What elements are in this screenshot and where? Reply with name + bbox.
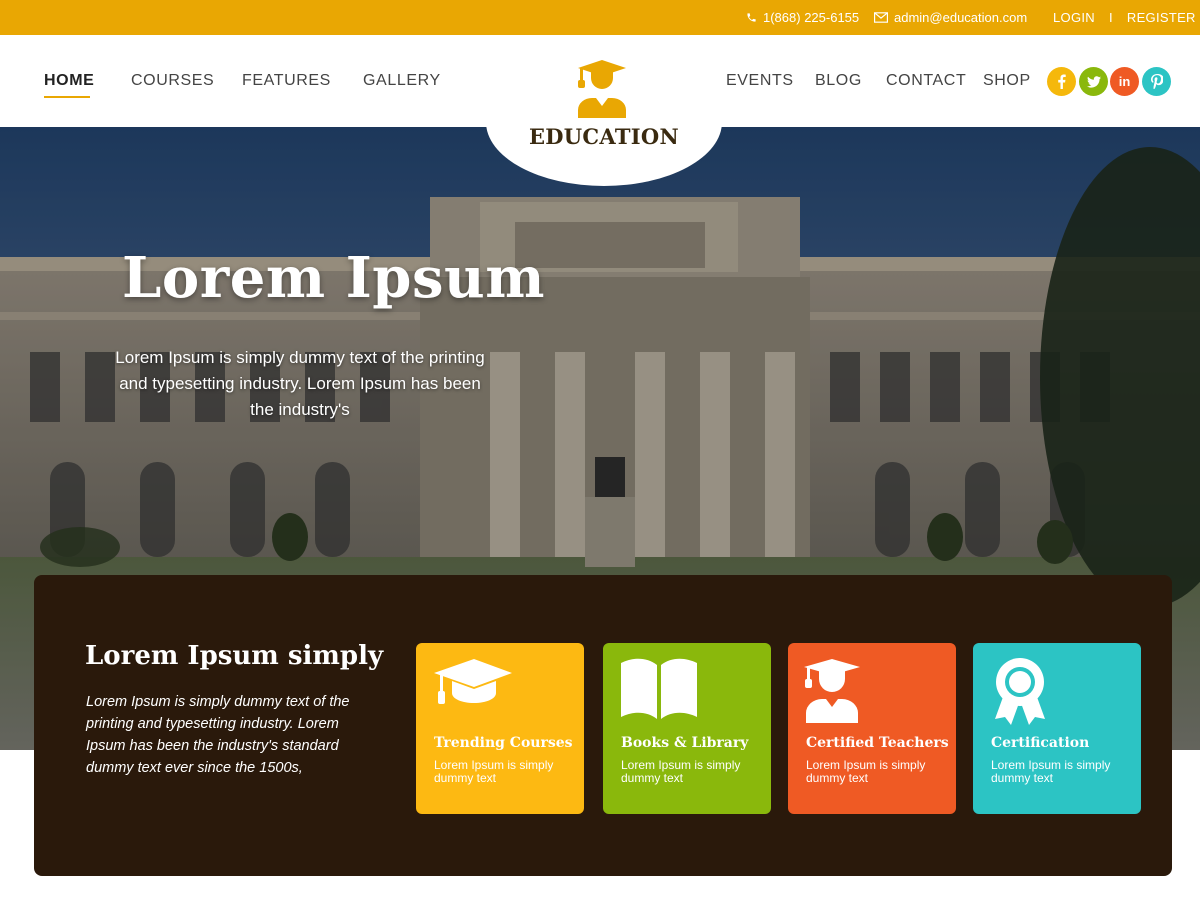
phone-number: 1(868) 225-6155 xyxy=(763,10,860,25)
nav-gallery[interactable]: GALLERY xyxy=(363,72,441,90)
phone-contact[interactable]: 1(868) 225-6155 xyxy=(746,0,859,35)
phone-icon xyxy=(747,13,756,22)
nav-contact[interactable]: CONTACT xyxy=(886,72,966,90)
nav-events[interactable]: EVENTS xyxy=(726,72,794,90)
twitter-icon[interactable] xyxy=(1079,67,1108,96)
card-description: Lorem Ipsum is simply dummy text xyxy=(621,758,741,785)
card-description: Lorem Ipsum is simply dummy text xyxy=(434,758,554,785)
facebook-icon[interactable] xyxy=(1047,67,1076,96)
linkedin-glyph: in xyxy=(1118,74,1131,89)
nav-home[interactable]: HOME xyxy=(44,72,94,90)
feature-panel: Lorem Ipsum simply Lorem Ipsum is simply… xyxy=(34,575,1172,876)
nav-shop[interactable]: SHOP xyxy=(983,72,1031,90)
logo-text: EDUCATION xyxy=(528,124,680,149)
card-title: Certified Teachers xyxy=(806,735,949,751)
register-link[interactable]: REGISTER xyxy=(1127,1,1196,34)
envelope-icon xyxy=(874,12,888,23)
login-link[interactable]: LOGIN xyxy=(1053,1,1095,34)
panel-title: Lorem Ipsum simply xyxy=(85,641,384,671)
card-certified-teachers[interactable]: Certified Teachers Lorem Ipsum is simply… xyxy=(788,643,956,814)
auth-links: LOGIN I REGISTER xyxy=(1053,0,1196,35)
teacher-icon xyxy=(798,657,862,728)
panel-text: Lorem Ipsum is simply dummy text of the … xyxy=(86,694,350,776)
email-contact[interactable]: admin@education.com xyxy=(874,0,1027,35)
card-title: Certification xyxy=(991,735,1090,751)
card-title: Books & Library xyxy=(621,735,749,751)
book-icon xyxy=(619,657,699,726)
nav-blog[interactable]: BLOG xyxy=(815,72,862,90)
card-books-library[interactable]: Books & Library Lorem Ipsum is simply du… xyxy=(603,643,771,814)
linkedin-icon[interactable]: in xyxy=(1110,67,1139,96)
card-description: Lorem Ipsum is simply dummy text xyxy=(806,758,926,785)
nav-courses[interactable]: COURSES xyxy=(131,72,214,90)
hero-subtitle: Lorem Ipsum is simply dummy text of the … xyxy=(115,348,485,419)
auth-separator: I xyxy=(1108,10,1113,25)
award-ribbon-icon xyxy=(993,657,1047,732)
graduate-icon[interactable] xyxy=(574,58,630,123)
email-address: admin@education.com xyxy=(894,10,1028,25)
card-description: Lorem Ipsum is simply dummy text xyxy=(991,758,1111,785)
graduation-cap-icon xyxy=(432,657,514,714)
nav-features[interactable]: FEATURES xyxy=(242,72,331,90)
card-certification[interactable]: Certification Lorem Ipsum is simply dumm… xyxy=(973,643,1141,814)
card-title: Trending Courses xyxy=(434,735,573,751)
pinterest-icon[interactable] xyxy=(1142,67,1171,96)
card-trending-courses[interactable]: Trending Courses Lorem Ipsum is simply d… xyxy=(416,643,584,814)
hero-title: Lorem Ipsum xyxy=(122,245,545,311)
top-bar: 1(868) 225-6155 admin@education.com LOGI… xyxy=(0,0,1200,35)
active-nav-underline xyxy=(44,96,90,98)
